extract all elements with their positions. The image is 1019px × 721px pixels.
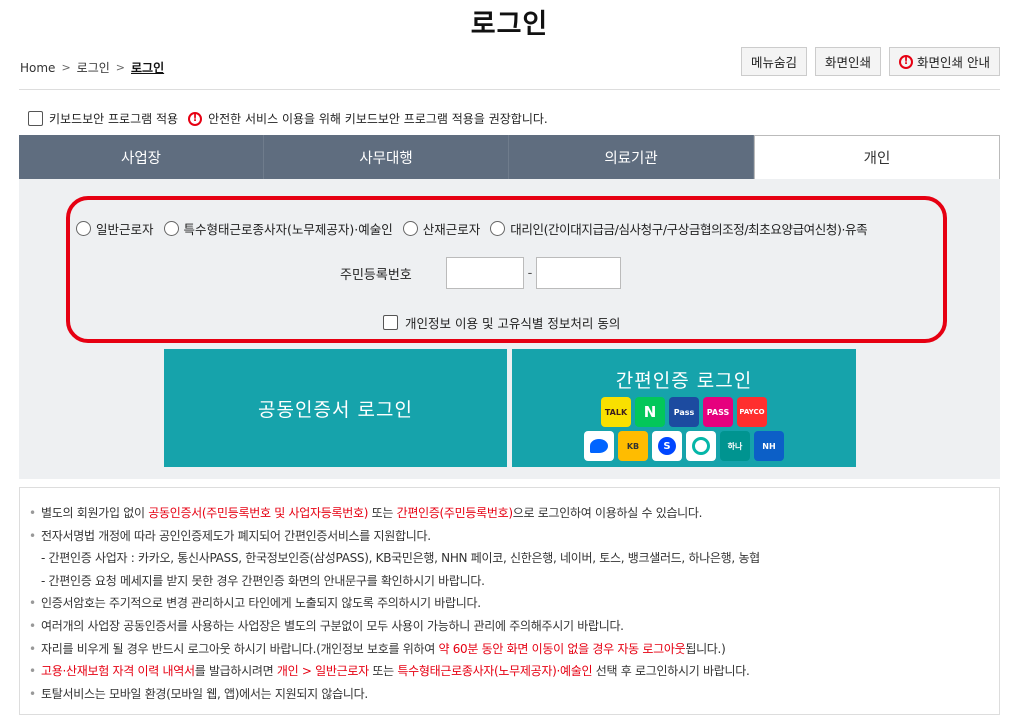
alert-icon: !: [188, 111, 203, 126]
radio-special-worker[interactable]: [163, 221, 179, 236]
radio-label: 대리인(간이대지급금/심사청구/구상금협의조정/최초요양급여신청)·유족: [510, 222, 868, 237]
page-title: 로그인: [470, 9, 549, 40]
radio-agent[interactable]: [490, 221, 506, 236]
banksalad-icon: [686, 431, 716, 461]
keyboard-security-row: 키보드보안 프로그램 적용 ! 안전한 서비스 이용을 위해 키보드보안 프로그…: [28, 110, 548, 127]
simple-auth-label: 간편인증 로그인: [615, 370, 753, 392]
nh-icon: NH: [754, 431, 784, 461]
breadcrumb-level1[interactable]: 로그인: [77, 59, 110, 76]
login-type-tabs: 사업장 사무대행 의료기관 개인: [19, 135, 1000, 179]
chevron-right-icon: >: [115, 61, 125, 74]
hana-icon: 하나: [720, 431, 750, 461]
privacy-agree-label: 개인정보 이용 및 고유식별 정보처리 동의: [405, 316, 621, 331]
notice-item: 자리를 비우게 될 경우 반드시 로그아웃 하시기 바랍니다.(개인정보 보호를…: [29, 638, 999, 661]
print-guide-label: 화면인쇄 안내: [917, 55, 990, 70]
keyboard-security-label: 키보드보안 프로그램 적용: [49, 112, 179, 126]
privacy-agree-checkbox[interactable]: [383, 315, 398, 330]
radio-label: 일반근로자: [96, 222, 154, 237]
resident-number-back-input[interactable]: [536, 257, 621, 289]
divider: [19, 89, 1000, 90]
radio-item[interactable]: 대리인(간이대지급금/심사청구/구상금협의조정/최초요양급여신청)·유족: [490, 219, 868, 238]
radio-item[interactable]: 산재근로자: [402, 219, 481, 238]
kakao-icon: TALK: [601, 397, 631, 427]
resident-number-label: 주민등록번호: [340, 267, 412, 283]
auth-icons-row-1: TALK N Pass PASS PAYCO: [512, 397, 856, 427]
payco-icon: PAYCO: [737, 397, 767, 427]
notice-subitem: - 간편인증 사업자 : 카카오, 통신사PASS, 한국정보인증(삼성PASS…: [41, 551, 760, 566]
chevron-right-icon: >: [61, 61, 71, 74]
toolbar: 메뉴숨김 화면인쇄 ! 화면인쇄 안내: [740, 47, 1000, 76]
notice-item: 토탈서비스는 모바일 환경(모바일 웹, 앱)에서는 지원되지 않습니다.: [29, 683, 999, 706]
tab-personal[interactable]: 개인: [754, 135, 1000, 179]
radio-industrial-accident[interactable]: [402, 221, 418, 236]
kb-icon: KB: [618, 431, 648, 461]
breadcrumb: Home > 로그인 > 로그인: [20, 59, 164, 76]
breadcrumb-home[interactable]: Home: [20, 61, 55, 75]
naver-icon: N: [635, 397, 665, 427]
toss-icon: [584, 431, 614, 461]
notice-item: 전자서명법 개정에 따라 공인인증제도가 폐지되어 간편인증서비스를 지원합니다…: [29, 525, 999, 548]
keyboard-security-checkbox[interactable]: [28, 111, 43, 126]
alert-icon: !: [899, 54, 914, 69]
auth-icons-row-2: KB S 하나 NH: [512, 431, 856, 461]
radio-label: 산재근로자: [422, 222, 481, 237]
radio-item[interactable]: 특수형태근로종사자(노무제공자)·예술인: [163, 219, 393, 238]
keyboard-security-notice: 안전한 서비스 이용을 위해 키보드보안 프로그램 적용을 권장합니다.: [208, 112, 548, 126]
simple-auth-login-button[interactable]: 간편인증 로그인 TALK N Pass PASS PAYCO KB S 하나 …: [512, 349, 856, 467]
notice-subitem: - 간편인증 요청 메세지를 받지 못한 경우 간편인증 화면의 안내문구를 확…: [41, 573, 485, 588]
notice-box: 별도의 회원가입 없이 공동인증서(주민등록번호 및 사업자등록번호) 또는 간…: [19, 487, 1000, 715]
breadcrumb-current[interactable]: 로그인: [131, 59, 164, 76]
certificate-login-button[interactable]: 공동인증서 로그인: [164, 349, 507, 467]
shinhan-icon: S: [652, 431, 682, 461]
resident-number-dash: -: [527, 265, 533, 281]
tab-business[interactable]: 사업장: [19, 135, 264, 179]
print-button[interactable]: 화면인쇄: [815, 47, 882, 76]
resident-number-row: 주민등록번호 -: [340, 257, 621, 289]
tab-agency[interactable]: 사무대행: [264, 135, 509, 179]
user-type-radios: 일반근로자 특수형태근로종사자(노무제공자)·예술인 산재근로자 대리인(간이대…: [76, 219, 868, 238]
radio-item[interactable]: 일반근로자: [76, 219, 154, 238]
notice-item: 인증서암호는 주기적으로 변경 관리하시고 타인에게 노출되지 않도록 주의하시…: [29, 592, 999, 615]
notice-item: 여러개의 사업장 공동인증서를 사용하는 사업장은 별도의 구분없이 모두 사용…: [29, 615, 999, 638]
radio-label: 특수형태근로종사자(노무제공자)·예술인: [183, 222, 393, 237]
tab-medical[interactable]: 의료기관: [509, 135, 754, 179]
notice-item: 별도의 회원가입 없이 공동인증서(주민등록번호 및 사업자등록번호) 또는 간…: [29, 502, 999, 525]
samsung-pass-icon: Pass: [669, 397, 699, 427]
pass-icon: PASS: [703, 397, 733, 427]
notice-item: 고용·산재보험 자격 이력 내역서를 발급하시려면 개인 > 일반근로자 또는 …: [29, 660, 999, 683]
resident-number-front-input[interactable]: [446, 257, 524, 289]
radio-general-worker[interactable]: [76, 221, 91, 236]
print-guide-button[interactable]: ! 화면인쇄 안내: [889, 47, 1000, 76]
menu-hide-button[interactable]: 메뉴숨김: [740, 47, 807, 76]
privacy-agree-row: 개인정보 이용 및 고유식별 정보처리 동의: [383, 313, 620, 332]
